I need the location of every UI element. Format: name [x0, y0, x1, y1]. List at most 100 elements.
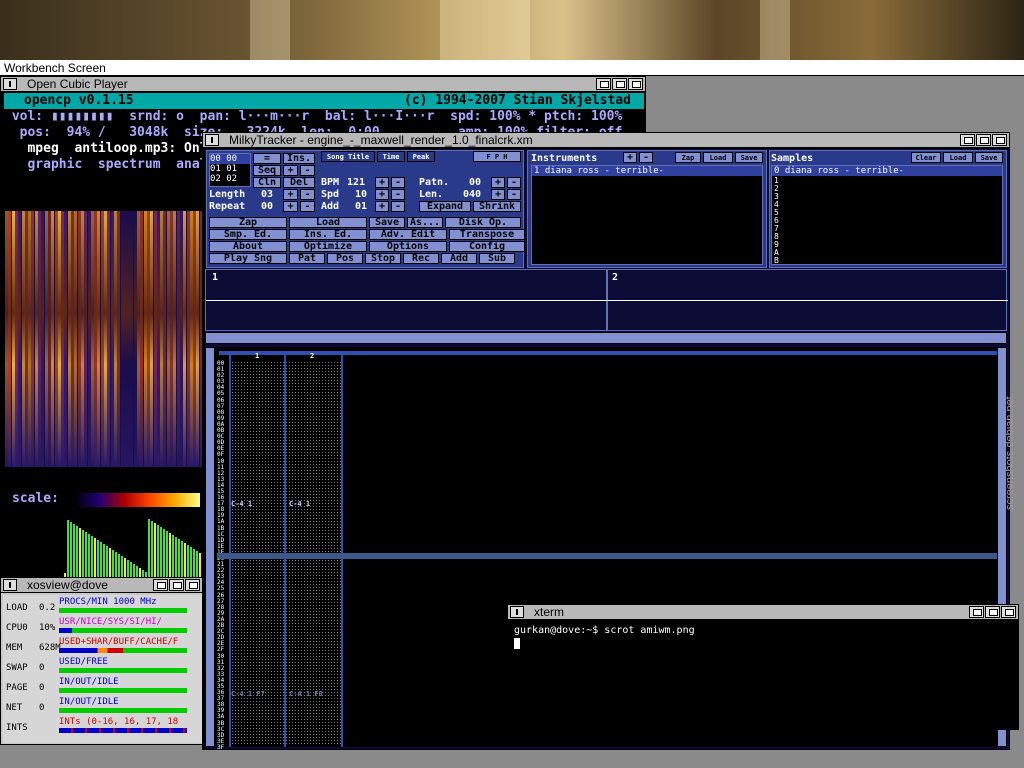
button-transpose[interactable]: Transpose — [449, 229, 525, 240]
cln-button[interactable]: Cln — [253, 177, 281, 188]
depth-icon[interactable] — [185, 579, 200, 591]
length-label: Length — [209, 189, 246, 200]
del-button[interactable]: Del — [283, 177, 315, 188]
note-cell[interactable]: C-4 1 — [289, 499, 310, 510]
close-icon[interactable] — [205, 134, 219, 146]
seq-button[interactable]: Seq — [253, 165, 281, 176]
depth-icon[interactable] — [992, 134, 1007, 146]
instrument-plus-button[interactable]: + — [623, 152, 637, 163]
patn-minus-button[interactable]: - — [507, 177, 521, 188]
bpm-plus-button[interactable]: + — [375, 177, 389, 188]
close-icon[interactable] — [3, 579, 17, 591]
instrument-minus-button[interactable]: - — [639, 152, 653, 163]
tab-peak[interactable]: Peak — [407, 151, 435, 162]
sample-load-button[interactable]: Load — [943, 152, 973, 163]
instrument-item[interactable]: 1 diana ross - terrible- — [532, 166, 762, 176]
patn-value: 00 — [469, 177, 482, 188]
button-sub[interactable]: Sub — [479, 253, 515, 264]
iconify-icon[interactable] — [596, 78, 611, 90]
sample-item[interactable]: 0 diana ross - terrible- — [772, 166, 1002, 176]
button-stop[interactable]: Stop — [365, 253, 401, 264]
repeat-plus-button[interactable]: + — [283, 201, 298, 212]
horizontal-scrollbar[interactable] — [205, 332, 1007, 344]
button-pat[interactable]: Pat — [289, 253, 325, 264]
button-smp-ed[interactable]: Smp. Ed. — [209, 229, 287, 240]
button-zap[interactable]: Zap — [209, 217, 287, 228]
button-disk-op[interactable]: Disk Op. — [445, 217, 521, 228]
len-plus-button[interactable]: + — [491, 189, 505, 200]
xosview-row-page: PAGE 0 IN/OUT/IDLE — [3, 677, 202, 697]
sample-clear-button[interactable]: Clear — [911, 152, 941, 163]
len-minus-button[interactable]: - — [507, 189, 521, 200]
desktop-wallpaper — [0, 0, 1024, 60]
xosview-row-legend: USED+SHAR/BUFF/CACHE/F — [59, 637, 179, 647]
instrument-list[interactable]: 1 diana ross - terrible- — [531, 165, 763, 265]
xterm-titlebar[interactable]: xterm — [508, 605, 1018, 620]
sample-save-button[interactable]: Save — [975, 152, 1003, 163]
button-as[interactable]: As... — [407, 217, 443, 228]
plus-button[interactable]: + — [283, 165, 298, 176]
tab-time[interactable]: Time — [377, 151, 405, 162]
note-cell[interactable]: C-4 1 F0 — [289, 689, 323, 700]
spectrum-bar — [151, 521, 153, 579]
order-item[interactable]: 02 02 — [210, 174, 250, 184]
spd-plus-button[interactable]: + — [375, 189, 389, 200]
zoom-icon[interactable] — [612, 78, 627, 90]
instrument-zap-button[interactable]: Zap — [675, 152, 701, 163]
depth-icon[interactable] — [1001, 606, 1016, 618]
vertical-scrollbar-left[interactable] — [205, 347, 215, 747]
ocp-titlebar[interactable]: Open Cubic Player — [1, 77, 645, 92]
iconify-icon[interactable] — [960, 134, 975, 146]
iconify-icon[interactable] — [969, 606, 984, 618]
button-ins-ed[interactable]: Ins. Ed. — [289, 229, 367, 240]
add-plus-button[interactable]: + — [375, 201, 389, 212]
expand-button[interactable]: Expand — [419, 201, 471, 212]
spectrum-bars — [64, 519, 201, 579]
minus-button[interactable]: - — [300, 165, 315, 176]
button-config[interactable]: Config — [449, 241, 525, 252]
length-minus-button[interactable]: - — [300, 189, 315, 200]
button-save[interactable]: Save — [369, 217, 405, 228]
iconify-icon[interactable] — [153, 579, 168, 591]
view-buttons[interactable]: F P H — [473, 151, 521, 162]
button-load[interactable]: Load — [289, 217, 367, 228]
xosview-meter-bar — [59, 668, 187, 673]
close-icon[interactable] — [510, 606, 524, 618]
button-about[interactable]: About — [209, 241, 287, 252]
button-rec[interactable]: Rec — [403, 253, 439, 264]
zoom-icon[interactable] — [169, 579, 184, 591]
instrument-save-button[interactable]: Save — [735, 152, 763, 163]
note-cell[interactable]: C-4 1 — [231, 499, 252, 510]
ins-button[interactable]: Ins. — [283, 153, 315, 164]
patn-plus-button[interactable]: + — [491, 177, 505, 188]
spd-minus-button[interactable]: - — [391, 189, 405, 200]
xosview-titlebar[interactable]: xosview@dove — [1, 578, 202, 593]
shrink-button[interactable]: Shrink — [473, 201, 521, 212]
order-item[interactable]: 01 01 — [210, 164, 250, 174]
button-options[interactable]: Options — [369, 241, 447, 252]
button-play-sng[interactable]: Play Sng — [209, 253, 287, 264]
instrument-load-button[interactable]: Load — [703, 152, 733, 163]
xterm-terminal[interactable]: gurkan@dove:~$ scrot amiwm.png — [510, 621, 1018, 729]
order-item[interactable]: 00 00 — [210, 154, 250, 164]
bpm-minus-button[interactable]: - — [391, 177, 405, 188]
sample-list[interactable]: 0 diana ross - terrible- 123456789AB — [771, 165, 1003, 265]
length-plus-button[interactable]: + — [283, 189, 298, 200]
zoom-icon[interactable] — [976, 134, 991, 146]
zoom-icon[interactable] — [985, 606, 1000, 618]
button-optimize[interactable]: Optimize — [289, 241, 367, 252]
button-add[interactable]: Add — [441, 253, 477, 264]
xosview-window[interactable]: xosview@dove LOAD 0.2 PROCS/MIN 1000 MHz CP… — [0, 577, 203, 745]
button-adv-edit[interactable]: Adv. Edit — [369, 229, 447, 240]
order-list[interactable]: 00 00 01 01 02 02 — [209, 153, 251, 187]
milky-titlebar[interactable]: MilkyTracker - engine_-_maxwell_render_1… — [203, 133, 1009, 148]
button-pos[interactable]: Pos — [327, 253, 363, 264]
repeat-minus-button[interactable]: - — [300, 201, 315, 212]
depth-icon[interactable] — [628, 78, 643, 90]
xterm-window[interactable]: xterm gurkan@dove:~$ scrot amiwm.png — [507, 604, 1019, 730]
seq-plus-button[interactable]: = — [253, 153, 281, 164]
tab-song-title[interactable]: Song Title — [321, 151, 375, 162]
add-minus-button[interactable]: - — [391, 201, 405, 212]
close-icon[interactable] — [3, 78, 17, 90]
note-cell[interactable]: C-4 1 F7 — [231, 689, 265, 700]
